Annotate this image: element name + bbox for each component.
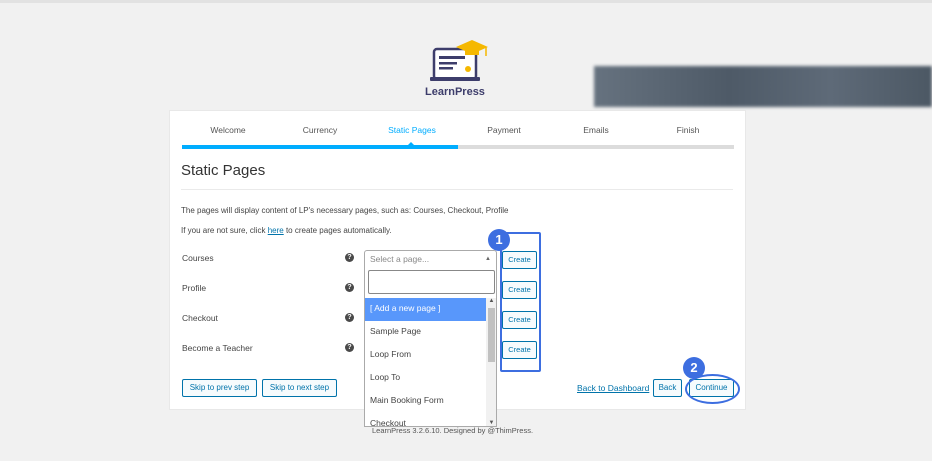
checkout-label: Checkout xyxy=(182,313,218,323)
step-emails[interactable]: Emails xyxy=(550,125,642,135)
hint-suffix: to create pages automatically. xyxy=(283,226,392,235)
option-loop-from[interactable]: Loop From xyxy=(365,344,486,367)
dropdown-scrollbar[interactable]: ▲ ▼ xyxy=(486,298,496,426)
option-add-new-page[interactable]: [ Add a new page ] xyxy=(365,298,486,321)
redacted-banner xyxy=(594,66,932,107)
active-step-pointer-icon xyxy=(406,142,416,147)
become-teacher-label: Become a Teacher xyxy=(182,343,253,353)
back-to-dashboard-link[interactable]: Back to Dashboard xyxy=(577,383,649,393)
skip-next-button[interactable]: Skip to next step xyxy=(262,379,337,397)
setup-wizard-card: Welcome Currency Static Pages Payment Em… xyxy=(169,110,746,427)
top-border xyxy=(0,0,932,3)
page-select-dropdown: [ Add a new page ] Sample Page Loop From… xyxy=(364,267,497,427)
step-welcome[interactable]: Welcome xyxy=(182,125,274,135)
wizard-steps: Welcome Currency Static Pages Payment Em… xyxy=(182,120,734,150)
step-payment[interactable]: Payment xyxy=(458,125,550,135)
brand-name: LearnPress xyxy=(425,86,485,98)
option-main-booking-form[interactable]: Main Booking Form xyxy=(365,390,486,413)
page-hint: If you are not sure, click here to creat… xyxy=(181,226,392,235)
step-static-pages[interactable]: Static Pages xyxy=(366,125,458,135)
divider xyxy=(181,189,733,190)
scrollbar-thumb[interactable] xyxy=(488,308,495,362)
skip-prev-button[interactable]: Skip to prev step xyxy=(182,379,257,397)
become-teacher-help-icon[interactable]: ? xyxy=(345,343,354,352)
caret-up-icon: ▲ xyxy=(485,256,491,262)
create-pages-link[interactable]: here xyxy=(268,226,284,235)
option-checkout[interactable]: Checkout xyxy=(365,413,486,426)
back-button[interactable]: Back xyxy=(653,379,682,397)
footer-credit: LearnPress 3.2.6.10. Designed by @ThimPr… xyxy=(372,426,534,435)
progress-bar-track xyxy=(458,145,734,149)
scroll-up-icon[interactable]: ▲ xyxy=(486,298,496,304)
annotation-marker-2: 2 xyxy=(683,357,705,379)
option-loop-to[interactable]: Loop To xyxy=(365,367,486,390)
profile-label: Profile xyxy=(182,283,207,293)
dropdown-search-input[interactable] xyxy=(368,270,495,294)
hint-prefix: If you are not sure, click xyxy=(181,226,268,235)
annotation-box-create-buttons xyxy=(500,232,541,372)
step-currency[interactable]: Currency xyxy=(274,125,366,135)
courses-help-icon[interactable]: ? xyxy=(345,253,354,262)
page-title: Static Pages xyxy=(181,162,266,179)
page-description: The pages will display content of LP's n… xyxy=(181,206,509,215)
progress-bar-fill xyxy=(182,145,458,149)
checkout-help-icon[interactable]: ? xyxy=(345,313,354,322)
dropdown-options: [ Add a new page ] Sample Page Loop From… xyxy=(365,298,486,426)
step-finish[interactable]: Finish xyxy=(642,125,734,135)
courses-page-select[interactable]: Select a page... ▲ xyxy=(364,250,497,268)
annotation-marker-1: 1 xyxy=(488,229,510,251)
option-sample-page[interactable]: Sample Page xyxy=(365,321,486,344)
select-placeholder: Select a page... xyxy=(370,254,430,264)
courses-label: Courses xyxy=(182,253,214,263)
profile-help-icon[interactable]: ? xyxy=(345,283,354,292)
